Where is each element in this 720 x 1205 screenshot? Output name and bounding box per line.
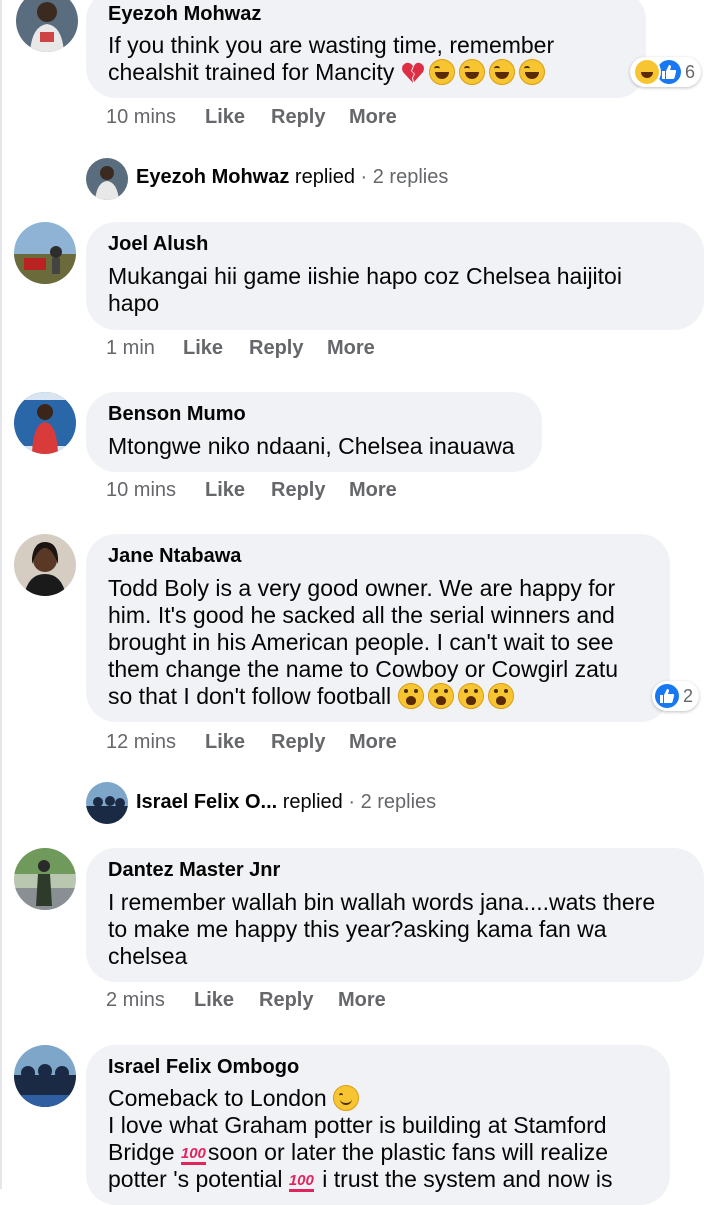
hundred-points-icon: 100 xyxy=(180,1146,206,1165)
avatar[interactable] xyxy=(86,782,128,824)
reply-button[interactable]: Reply xyxy=(259,988,313,1012)
hundred-points-icon: 100 xyxy=(288,1173,314,1192)
crying-face-icon xyxy=(487,683,514,709)
comment-bubble: Jane Ntabawa Todd Boly is a very good ow… xyxy=(86,534,670,722)
crying-face-icon xyxy=(397,683,424,709)
comment-author[interactable]: Dantez Master Jnr xyxy=(108,858,280,882)
crying-face-icon xyxy=(427,683,454,709)
reply-button[interactable]: Reply xyxy=(271,730,325,754)
comment-text: Todd Boly is a very good owner. We are h… xyxy=(108,575,619,709)
replies-link[interactable]: Eyezoh Mohwaz replied · 2 replies xyxy=(136,164,448,190)
smiling-face-icon xyxy=(333,1085,360,1111)
comment-bubble: Israel Felix Ombogo Comeback to London I… xyxy=(86,1045,670,1205)
avatar[interactable] xyxy=(14,222,76,284)
comment-author[interactable]: Eyezoh Mohwaz xyxy=(108,2,261,26)
thread-line xyxy=(0,0,2,1189)
comment-meta: 12 mins Like Reply More xyxy=(106,730,426,754)
comment-time[interactable]: 1 min xyxy=(106,336,155,360)
broken-heart-icon xyxy=(401,62,425,84)
crying-face-icon xyxy=(457,683,484,709)
reply-count: · 2 replies xyxy=(348,791,437,813)
comment-text: If you think you are wasting time, remem… xyxy=(108,32,555,85)
comment-text: Comeback to London I love what Graham po… xyxy=(108,1085,613,1192)
comment-meta: 10 mins Like Reply More xyxy=(106,105,426,129)
avatar[interactable] xyxy=(14,1045,76,1107)
comment-time[interactable]: 12 mins xyxy=(106,730,176,754)
comment-author[interactable]: Benson Mumo xyxy=(108,402,246,426)
like-button[interactable]: Like xyxy=(205,730,245,754)
reply-verb: replied xyxy=(294,166,355,188)
comment-time[interactable]: 2 mins xyxy=(106,988,165,1012)
reply-button[interactable]: Reply xyxy=(249,336,303,360)
more-button[interactable]: More xyxy=(327,336,375,360)
like-button[interactable]: Like xyxy=(183,336,223,360)
laughing-tears-icon xyxy=(518,59,545,85)
reply-author: Israel Felix O... xyxy=(136,791,278,813)
reply-button[interactable]: Reply xyxy=(271,105,325,129)
laughing-tears-icon xyxy=(428,59,455,85)
reply-author: Eyezoh Mohwaz xyxy=(136,166,290,188)
comment-bubble: Benson Mumo Mtongwe niko ndaani, Chelsea… xyxy=(86,392,542,472)
comment-time[interactable]: 10 mins xyxy=(106,478,176,502)
like-button[interactable]: Like xyxy=(194,988,234,1012)
reaction-count: 6 xyxy=(685,61,696,82)
avatar[interactable] xyxy=(14,848,76,910)
comment-bubble: Dantez Master Jnr I remember wallah bin … xyxy=(86,848,704,982)
more-button[interactable]: More xyxy=(338,988,386,1012)
comment-time[interactable]: 10 mins xyxy=(106,105,176,129)
comment-text: Mukangai hii game iishie hapo coz Chelse… xyxy=(108,263,622,316)
avatar[interactable] xyxy=(14,534,76,596)
comment-meta: 2 mins Like Reply More xyxy=(106,988,406,1012)
comment-bubble: Joel Alush Mukangai hii game iishie hapo… xyxy=(86,222,704,330)
comment-author[interactable]: Joel Alush xyxy=(108,232,208,256)
more-button[interactable]: More xyxy=(349,478,397,502)
like-button[interactable]: Like xyxy=(205,478,245,502)
reaction-badge[interactable]: 2 xyxy=(652,681,700,711)
comment-author[interactable]: Jane Ntabawa xyxy=(108,544,241,568)
reaction-count: 2 xyxy=(683,685,694,706)
comment-meta: 1 min Like Reply More xyxy=(106,336,406,360)
avatar[interactable] xyxy=(14,392,76,454)
more-button[interactable]: More xyxy=(349,730,397,754)
more-button[interactable]: More xyxy=(349,105,397,129)
like-icon xyxy=(655,684,679,708)
comment-text: I remember wallah bin wallah words jana.… xyxy=(108,889,656,969)
reply-button[interactable]: Reply xyxy=(271,478,325,502)
replies-link[interactable]: Israel Felix O... replied · 2 replies xyxy=(136,789,436,815)
reaction-badge[interactable]: 6 xyxy=(630,57,702,87)
avatar[interactable] xyxy=(86,158,128,200)
laughing-tears-icon xyxy=(458,59,485,85)
reply-verb: replied xyxy=(282,791,343,813)
comment-text: Mtongwe niko ndaani, Chelsea inauawa xyxy=(108,433,515,459)
comment-meta: 10 mins Like Reply More xyxy=(106,478,426,502)
reply-count: · 2 replies xyxy=(360,166,449,188)
haha-icon xyxy=(633,58,661,86)
avatar[interactable] xyxy=(16,0,78,52)
like-button[interactable]: Like xyxy=(205,105,245,129)
comment-bubble: Eyezoh Mohwaz If you think you are wasti… xyxy=(86,0,646,98)
comment-author[interactable]: Israel Felix Ombogo xyxy=(108,1055,299,1079)
laughing-tears-icon xyxy=(488,59,515,85)
